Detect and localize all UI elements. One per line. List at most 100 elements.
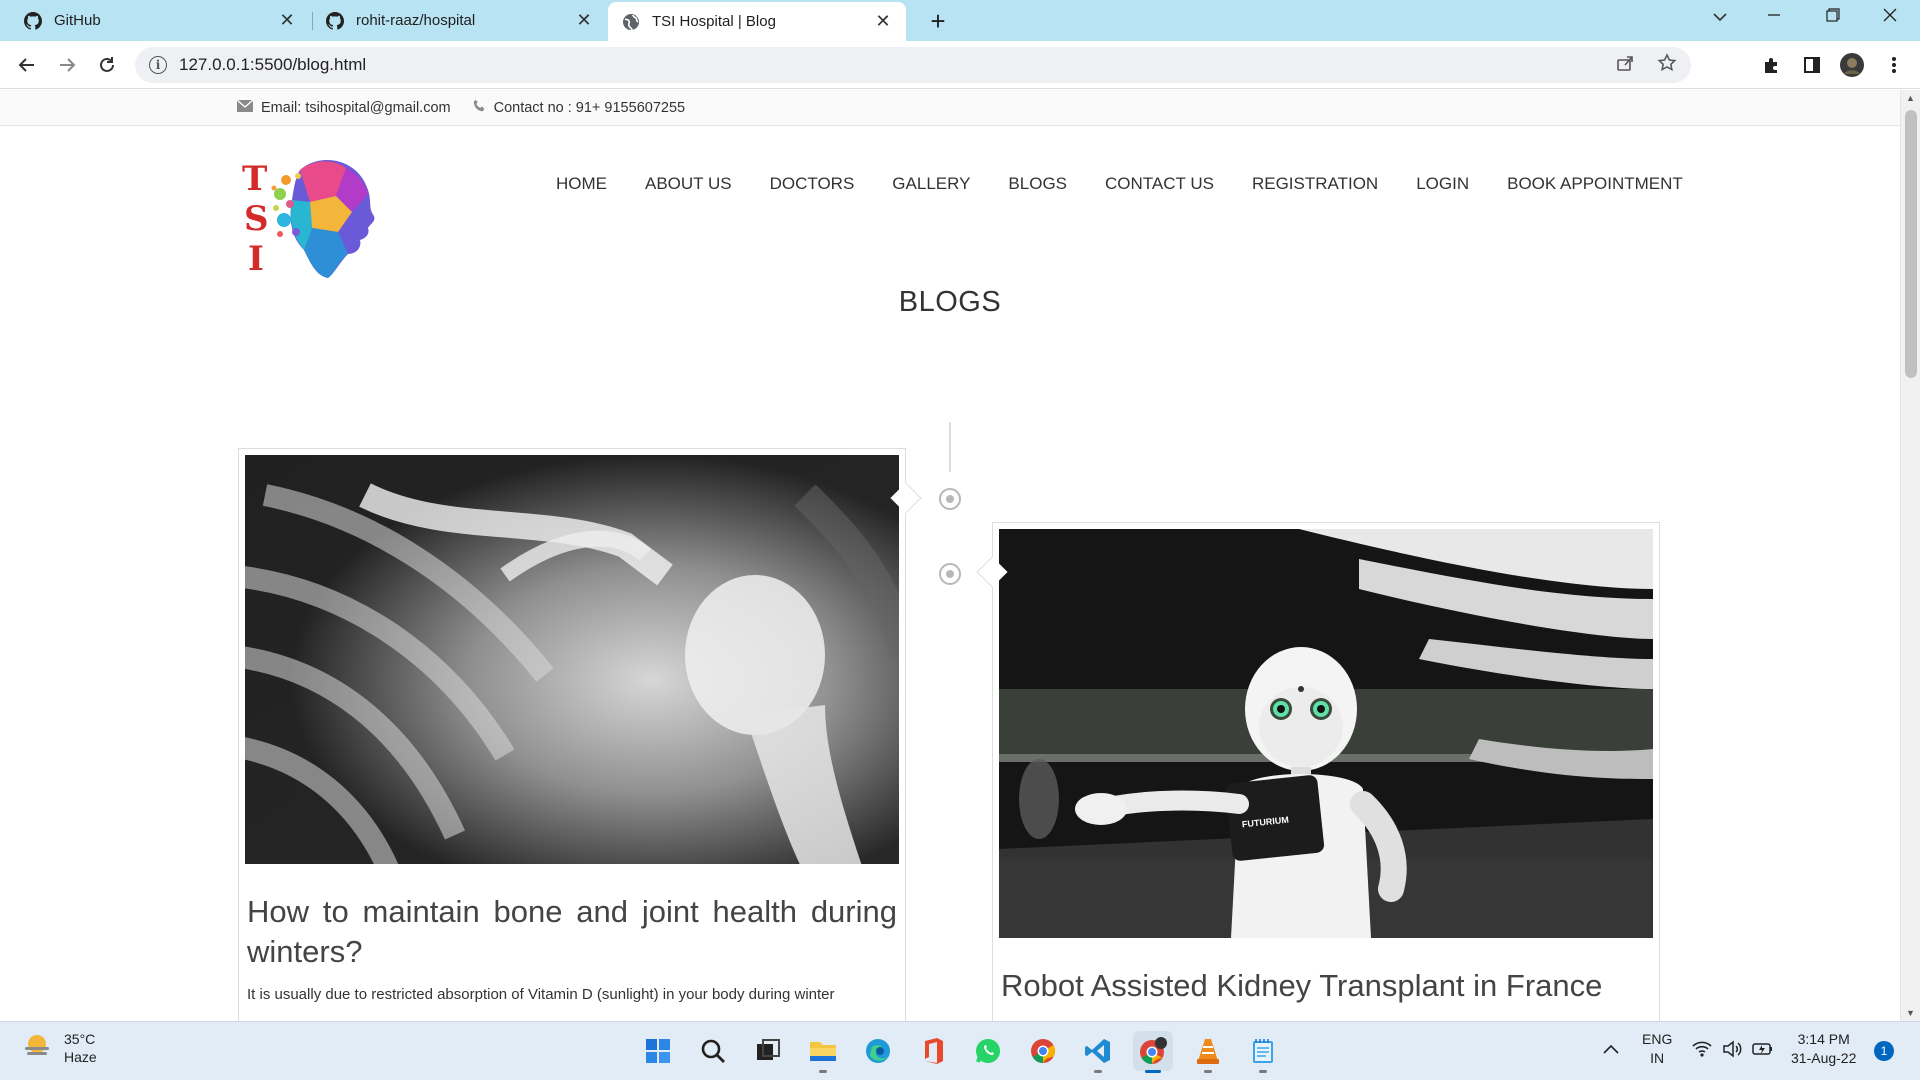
nav-login[interactable]: LOGIN [1416, 174, 1469, 194]
globe-icon [622, 13, 640, 31]
weather-widget[interactable]: 35°C Haze [22, 1030, 97, 1066]
site-info-icon[interactable]: i [149, 56, 167, 74]
email-info: Email: tsihospital@gmail.com [236, 98, 451, 116]
phone-icon [473, 99, 486, 116]
task-view-icon[interactable] [748, 1031, 788, 1071]
file-explorer-icon[interactable] [803, 1031, 843, 1073]
page-scrollbar[interactable]: ▲ ▼ [1900, 90, 1920, 1021]
timeline-line [949, 422, 951, 472]
show-hidden-icons-chevron-icon[interactable] [1602, 1041, 1620, 1060]
scroll-down-arrow-icon[interactable]: ▼ [1906, 1008, 1915, 1018]
blog-post-card[interactable]: FUTURIUM Robot Assisted Kidney Transplan… [976, 522, 1660, 1021]
url-text: 127.0.0.1:5500/blog.html [179, 55, 367, 74]
running-indicator [1259, 1070, 1267, 1073]
windows-taskbar: 35°C Haze ENG IN 3:14 PM 31-Aug-22 1 [0, 1021, 1920, 1080]
clock-time: 3:14 PM [1797, 1031, 1850, 1047]
timeline-dot [939, 488, 961, 510]
envelope-icon [236, 98, 254, 116]
wifi-icon[interactable] [1692, 1040, 1712, 1063]
share-icon[interactable] [1615, 53, 1635, 79]
timeline-dot [939, 563, 961, 585]
nav-doctors[interactable]: DOCTORS [770, 174, 855, 194]
running-indicator [1204, 1070, 1212, 1073]
tsi-logo[interactable]: T S I [240, 150, 380, 290]
minimize-icon[interactable] [1754, 6, 1794, 27]
close-window-icon[interactable] [1870, 6, 1910, 27]
weather-temperature: 35°C [64, 1031, 96, 1047]
extensions-puzzle-icon[interactable] [1758, 51, 1786, 79]
chrome-icon[interactable] [1023, 1031, 1063, 1071]
chest-xray-image[interactable] [245, 455, 899, 864]
address-bar-row: i 127.0.0.1:5500/blog.html [0, 41, 1920, 89]
tab-search-chevron-icon[interactable] [1700, 6, 1740, 27]
robot-image[interactable]: FUTURIUM [999, 529, 1653, 938]
edge-browser-icon[interactable] [858, 1031, 898, 1071]
contact-top-bar: Email: tsihospital@gmail.com Contact no … [0, 90, 1900, 126]
clock-date: 31-Aug-22 [1791, 1049, 1857, 1066]
vscode-icon[interactable] [1078, 1031, 1118, 1073]
system-tray-icons[interactable] [1692, 1040, 1774, 1063]
tab-label: TSI Hospital | Blog [652, 13, 776, 30]
battery-charging-icon[interactable] [1752, 1040, 1774, 1063]
close-tab-icon[interactable]: ✕ [874, 11, 892, 32]
notepad-icon[interactable] [1243, 1031, 1283, 1073]
github-icon [24, 11, 42, 30]
weather-condition: Haze [64, 1049, 97, 1066]
language-region: IN [1650, 1049, 1665, 1066]
scrollbar-thumb[interactable] [1905, 110, 1917, 378]
nav-contact-us[interactable]: CONTACT US [1105, 174, 1214, 194]
back-arrow-icon[interactable] [11, 49, 43, 81]
blog-post-title[interactable]: How to maintain bone and joint health du… [247, 892, 897, 973]
language-code: ENG [1642, 1031, 1673, 1047]
language-indicator[interactable]: ENG IN [1642, 1030, 1672, 1068]
blog-post-title[interactable]: Robot Assisted Kidney Transplant in Fran… [1001, 966, 1651, 1006]
scroll-up-arrow-icon[interactable]: ▲ [1906, 93, 1915, 103]
nav-blogs[interactable]: BLOGS [1008, 174, 1067, 194]
reload-icon[interactable] [91, 49, 123, 81]
main-navigation: HOME ABOUT US DOCTORS GALLERY BLOGS CONT… [556, 174, 1683, 194]
github-icon [326, 11, 344, 30]
running-indicator [1094, 1070, 1102, 1073]
vlc-icon[interactable] [1188, 1031, 1228, 1073]
bookmark-star-icon[interactable] [1657, 53, 1677, 79]
close-tab-icon[interactable]: ✕ [575, 10, 593, 31]
nav-home[interactable]: HOME [556, 174, 607, 194]
restore-icon[interactable] [1813, 6, 1853, 27]
close-tab-icon[interactable]: ✕ [278, 10, 296, 31]
tab-label: rohit-raaz/hospital [356, 12, 476, 29]
office-icon[interactable] [913, 1031, 953, 1071]
tab-tsi-blog[interactable]: TSI Hospital | Blog ✕ [608, 2, 906, 41]
blog-post-excerpt: It is usually due to restricted absorpti… [247, 985, 835, 1003]
nav-book-appointment[interactable]: BOOK APPOINTMENT [1507, 174, 1683, 194]
logo-letter-i: I [248, 239, 264, 279]
email-text: Email: tsihospital@gmail.com [261, 99, 451, 116]
nav-registration[interactable]: REGISTRATION [1252, 174, 1378, 194]
nav-about-us[interactable]: ABOUT US [645, 174, 732, 194]
contact-info: Contact no : 91+ 9155607255 [473, 99, 685, 116]
chrome-profile-icon[interactable] [1133, 1031, 1173, 1073]
tab-hospital-repo[interactable]: rohit-raaz/hospital ✕ [312, 0, 607, 41]
logo-letter-t: T [242, 159, 267, 199]
whatsapp-icon[interactable] [968, 1031, 1008, 1071]
tab-label: GitHub [54, 12, 101, 29]
profile-avatar[interactable] [1838, 51, 1866, 79]
page-title: BLOGS [898, 286, 1002, 318]
new-tab-button[interactable]: + [924, 6, 952, 37]
contact-text: Contact no : 91+ 9155607255 [493, 99, 686, 116]
haze-weather-icon [22, 1031, 52, 1066]
side-panel-icon[interactable] [1798, 51, 1826, 79]
windows-start-icon[interactable] [638, 1031, 678, 1071]
nav-gallery[interactable]: GALLERY [892, 174, 970, 194]
active-indicator [1145, 1070, 1161, 1073]
menu-kebab-icon[interactable] [1880, 51, 1908, 79]
url-field[interactable]: i 127.0.0.1:5500/blog.html [135, 47, 1691, 83]
web-page: Email: tsihospital@gmail.com Contact no … [0, 90, 1900, 1021]
browser-tab-bar: GitHub ✕ rohit-raaz/hospital ✕ TSI Hospi… [0, 0, 1920, 41]
tab-github[interactable]: GitHub ✕ [10, 0, 310, 41]
volume-icon[interactable] [1722, 1040, 1742, 1063]
notification-badge[interactable]: 1 [1874, 1041, 1894, 1061]
forward-arrow-icon[interactable] [51, 49, 83, 81]
clock[interactable]: 3:14 PM 31-Aug-22 [1791, 1030, 1856, 1068]
search-icon[interactable] [693, 1031, 733, 1071]
blog-post-card[interactable]: How to maintain bone and joint health du… [238, 448, 922, 1021]
